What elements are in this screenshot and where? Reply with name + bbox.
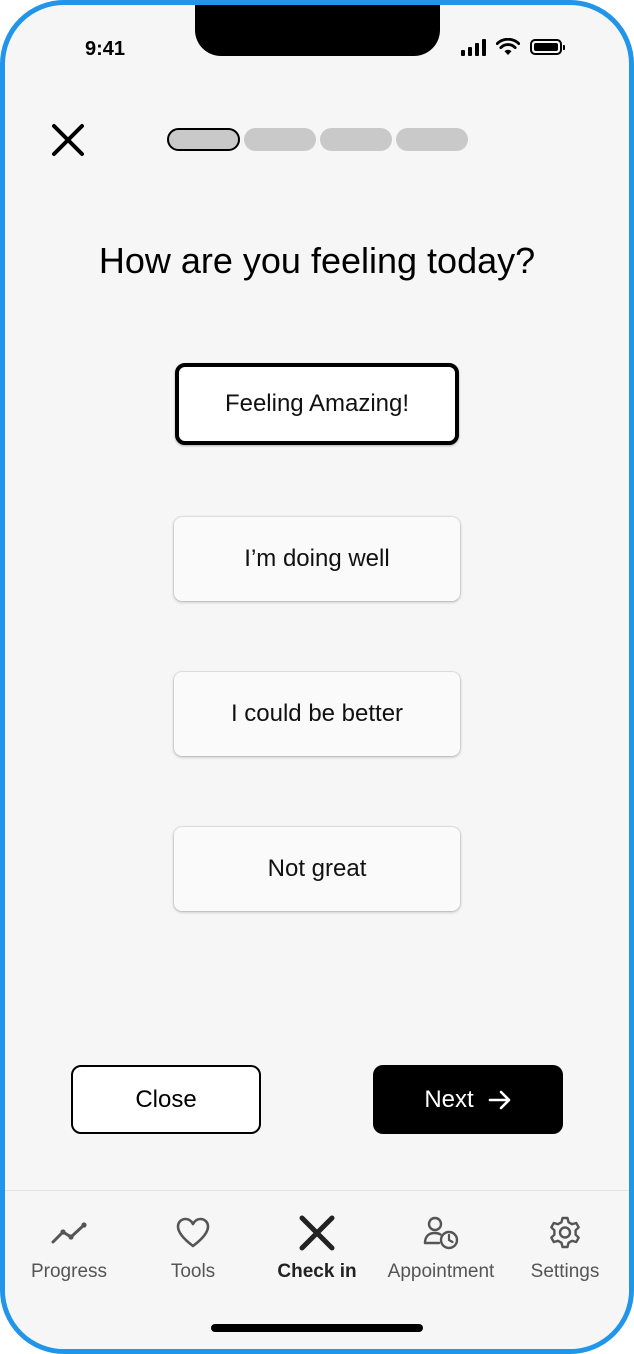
user-clock-icon	[423, 1216, 459, 1250]
x-icon	[299, 1215, 335, 1251]
tab-check-in[interactable]: Check in	[257, 1191, 377, 1296]
option-doing-well[interactable]: I’m doing well	[174, 517, 460, 601]
tab-tools[interactable]: Tools	[133, 1191, 253, 1296]
option-feeling-amazing[interactable]: Feeling Amazing!	[175, 363, 459, 445]
tab-label: Settings	[530, 1261, 600, 1282]
next-button-label: Next	[424, 1085, 474, 1113]
close-button[interactable]: Close	[71, 1065, 261, 1134]
battery-icon	[530, 39, 565, 55]
tab-settings[interactable]: Settings	[505, 1191, 625, 1296]
gear-icon	[550, 1216, 580, 1249]
close-icon[interactable]	[48, 120, 88, 160]
option-could-be-better[interactable]: I could be better	[174, 672, 460, 756]
home-indicator[interactable]	[211, 1324, 423, 1332]
progress-step-current	[167, 128, 240, 151]
step-progress	[167, 128, 468, 151]
tab-progress[interactable]: Progress	[9, 1191, 129, 1296]
heart-icon	[176, 1217, 210, 1248]
progress-step	[396, 128, 468, 151]
status-icons	[461, 38, 565, 56]
trend-line-icon	[51, 1222, 87, 1244]
option-not-great[interactable]: Not great	[174, 827, 460, 911]
progress-step	[244, 128, 316, 151]
notch	[195, 5, 440, 56]
progress-step	[320, 128, 392, 151]
tab-appointment[interactable]: Appointment	[381, 1191, 501, 1296]
status-time: 9:41	[85, 38, 126, 60]
next-button[interactable]: Next	[373, 1065, 563, 1134]
signal-icon	[461, 38, 486, 56]
phone-frame: 9:41 How are you feeling today? Feeling …	[0, 0, 634, 1354]
question-title: How are you feeling today?	[98, 240, 536, 281]
arrow-right-icon	[488, 1090, 510, 1109]
wifi-icon	[496, 38, 520, 55]
